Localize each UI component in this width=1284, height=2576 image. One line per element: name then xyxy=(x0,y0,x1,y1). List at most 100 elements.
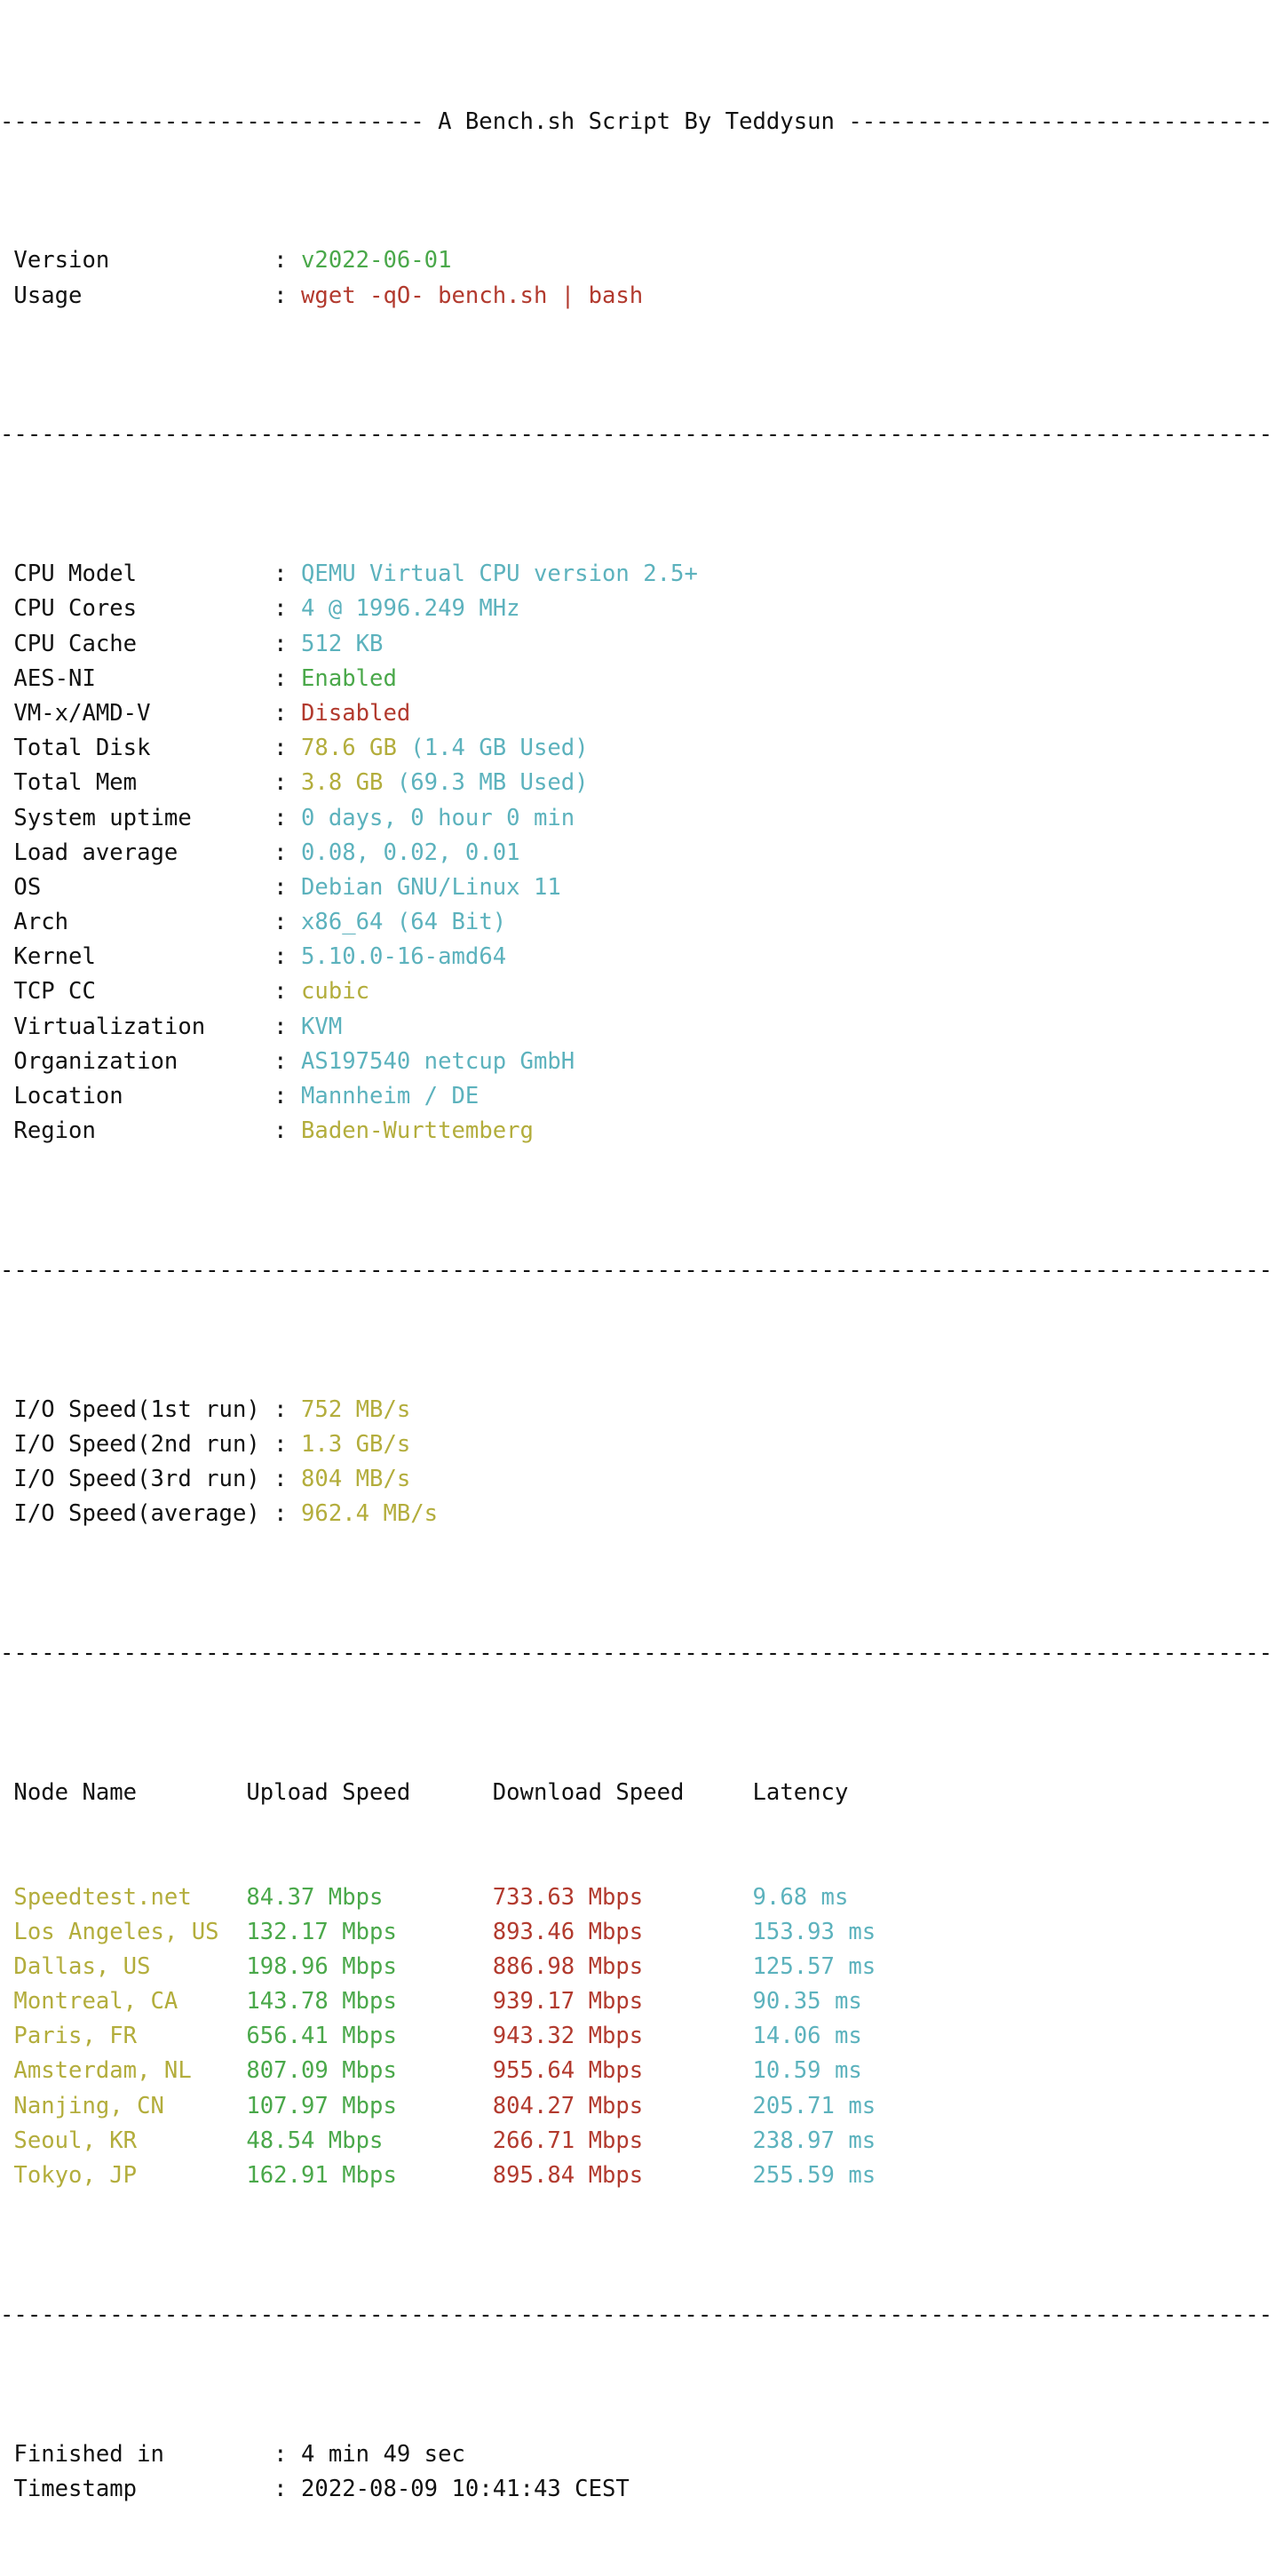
speedtest-upload-speed: 198.96 Mbps xyxy=(246,1952,493,1980)
speedtest-latency: 9.68 ms xyxy=(752,1883,849,1911)
speedtest-node-name: Amsterdam, NL xyxy=(0,2057,247,2085)
sysinfo-value-extra: (69.3 MB Used) xyxy=(383,769,589,797)
sysinfo-label: Total Disk : xyxy=(0,735,301,762)
speedtest-upload-speed: 143.78 Mbps xyxy=(246,1988,493,2015)
sysinfo-row: Arch : x86_64 (64 Bit) xyxy=(0,905,1284,940)
sysinfo-label: OS : xyxy=(0,873,301,901)
speedtest-download-speed: 266.71 Mbps xyxy=(492,2127,753,2154)
sysinfo-row: Location : Mannheim / DE xyxy=(0,1079,1284,1114)
sysinfo-value: Disabled xyxy=(301,699,411,727)
sysinfo-value: 78.6 GB xyxy=(301,735,397,762)
separator-rule-4: ----------------------------------------… xyxy=(0,2301,1273,2328)
sysinfo-value: x86_64 (64 Bit) xyxy=(301,909,507,936)
sysinfo-row: Region : Baden-Wurttemberg xyxy=(0,1114,1284,1149)
sysinfo-label: CPU Model : xyxy=(0,561,301,588)
sysinfo-label: Load average : xyxy=(0,839,301,866)
speedtest-upload-speed: 162.91 Mbps xyxy=(246,2162,493,2190)
separator-rule-2: ----------------------------------------… xyxy=(0,1256,1273,1284)
intro-value: wget -qO- bench.sh | bash xyxy=(301,282,644,309)
sysinfo-row: Load average : 0.08, 0.02, 0.01 xyxy=(0,836,1284,871)
sysinfo-label: Organization : xyxy=(0,1047,301,1075)
banner-header: ------------------------------- A Bench.… xyxy=(0,105,1284,139)
speedtest-node-name: Speedtest.net xyxy=(0,1883,247,1911)
iospeed-row: I/O Speed(3rd run) : 804 MB/s xyxy=(0,1462,1284,1497)
column-header-latency: Latency xyxy=(752,1778,849,1806)
iospeed-value: 962.4 MB/s xyxy=(301,1500,439,1528)
terminal-output: ------------------------------- A Bench.… xyxy=(0,0,1284,2576)
sysinfo-row: CPU Model : QEMU Virtual CPU version 2.5… xyxy=(0,557,1284,592)
iospeed-label: I/O Speed(average) : xyxy=(0,1500,301,1528)
sysinfo-value: Baden-Wurttemberg xyxy=(301,1117,534,1145)
sysinfo-value: cubic xyxy=(301,978,370,1006)
speedtest-row: Montreal, CA 143.78 Mbps 939.17 Mbps 90.… xyxy=(0,1984,1284,2019)
sysinfo-row: CPU Cores : 4 @ 1996.249 MHz xyxy=(0,592,1284,626)
intro-value: v2022-06-01 xyxy=(301,247,452,274)
speedtest-table-header: Node Name Upload Speed Download Speed La… xyxy=(0,1776,1284,1810)
speedtest-node-name: Seoul, KR xyxy=(0,2127,247,2154)
speedtest-download-speed: 804.27 Mbps xyxy=(492,2092,753,2119)
sysinfo-row: OS : Debian GNU/Linux 11 xyxy=(0,871,1284,905)
intro-label: Usage : xyxy=(0,282,301,309)
footer-value: 2022-08-09 10:41:43 CEST xyxy=(301,2475,630,2502)
speedtest-latency: 153.93 ms xyxy=(752,1918,876,1945)
speedtest-latency: 238.97 ms xyxy=(752,2127,876,2154)
speedtest-latency: 90.35 ms xyxy=(752,1988,862,2015)
sysinfo-value: 0 days, 0 hour 0 min xyxy=(301,804,575,831)
footer-label: Timestamp : xyxy=(0,2475,301,2502)
speedtest-latency: 205.71 ms xyxy=(752,2092,876,2119)
sysinfo-row: TCP CC : cubic xyxy=(0,974,1284,1009)
intro-section: Version : v2022-06-01 Usage : wget -qO- … xyxy=(0,243,1284,313)
sysinfo-label: Location : xyxy=(0,1083,301,1109)
speedtest-row: Seoul, KR 48.54 Mbps 266.71 Mbps 238.97 … xyxy=(0,2124,1284,2159)
sysinfo-label: Arch : xyxy=(0,909,301,936)
sysinfo-value: Debian GNU/Linux 11 xyxy=(301,873,561,901)
footer-section: Finished in : 4 min 49 sec Timestamp : 2… xyxy=(0,2437,1284,2507)
speedtest-download-speed: 893.46 Mbps xyxy=(492,1918,753,1945)
sysinfo-value-extra: (1.4 GB Used) xyxy=(396,735,589,762)
iospeed-value: 752 MB/s xyxy=(301,1395,411,1423)
sysinfo-value: KVM xyxy=(301,1013,343,1040)
sysinfo-value: QEMU Virtual CPU version 2.5+ xyxy=(301,561,698,588)
iospeed-label: I/O Speed(3rd run) : xyxy=(0,1466,301,1493)
sysinfo-row: AES-NI : Enabled xyxy=(0,662,1284,696)
sysinfo-value: 4 @ 1996.249 MHz xyxy=(301,595,520,623)
sysinfo-label: System uptime : xyxy=(0,804,301,831)
column-header-node-name: Node Name xyxy=(0,1778,247,1806)
speedtest-row: Los Angeles, US 132.17 Mbps 893.46 Mbps … xyxy=(0,1915,1284,1950)
separator-rule-3: ----------------------------------------… xyxy=(0,1640,1273,1667)
speedtest-row: Dallas, US 198.96 Mbps 886.98 Mbps 125.5… xyxy=(0,1950,1284,1984)
speedtest-node-name: Los Angeles, US xyxy=(0,1918,247,1945)
footer-value: 4 min 49 sec xyxy=(301,2440,465,2468)
speedtest-row: Speedtest.net 84.37 Mbps 733.63 Mbps 9.6… xyxy=(0,1880,1284,1915)
sysinfo-label: Virtualization : xyxy=(0,1013,301,1040)
speedtest-download-speed: 895.84 Mbps xyxy=(492,2162,753,2190)
sysinfo-label: CPU Cache : xyxy=(0,630,301,657)
speedtest-download-speed: 943.32 Mbps xyxy=(492,2023,753,2050)
sysinfo-label: Region : xyxy=(0,1117,301,1145)
sysinfo-row: System uptime : 0 days, 0 hour 0 min xyxy=(0,801,1284,836)
intro-label: Version : xyxy=(0,247,301,274)
sysinfo-label: Kernel : xyxy=(0,943,301,971)
column-header-download-speed: Download Speed xyxy=(492,1778,753,1806)
iospeed-value: 804 MB/s xyxy=(301,1466,411,1493)
speedtest-row: Amsterdam, NL 807.09 Mbps 955.64 Mbps 10… xyxy=(0,2054,1284,2088)
speedtest-node-name: Dallas, US xyxy=(0,1952,247,1980)
column-header-upload-speed: Upload Speed xyxy=(246,1778,493,1806)
sysinfo-row: CPU Cache : 512 KB xyxy=(0,627,1284,662)
sysinfo-value: 3.8 GB xyxy=(301,769,384,797)
sysinfo-label: CPU Cores : xyxy=(0,595,301,623)
sysinfo-label: TCP CC : xyxy=(0,978,301,1006)
speedtest-download-speed: 955.64 Mbps xyxy=(492,2057,753,2085)
speedtest-row: Nanjing, CN 107.97 Mbps 804.27 Mbps 205.… xyxy=(0,2089,1284,2124)
footer-row: Timestamp : 2022-08-09 10:41:43 CEST xyxy=(0,2472,1284,2507)
sysinfo-value: Enabled xyxy=(301,664,397,692)
banner-right-dashes: ------------------------------- xyxy=(848,107,1273,135)
io-speed-section: I/O Speed(1st run) : 752 MB/s I/O Speed(… xyxy=(0,1393,1284,1532)
sysinfo-label: VM-x/AMD-V : xyxy=(0,699,301,727)
sysinfo-row: Organization : AS197540 netcup GmbH xyxy=(0,1045,1284,1079)
speedtest-row: Tokyo, JP 162.91 Mbps 895.84 Mbps 255.59… xyxy=(0,2159,1284,2193)
speedtest-latency: 255.59 ms xyxy=(752,2162,876,2190)
iospeed-value: 1.3 GB/s xyxy=(301,1430,411,1458)
banner-left-dashes: ------------------------------- xyxy=(0,107,424,135)
intro-row: Version : v2022-06-01 xyxy=(0,243,1284,278)
